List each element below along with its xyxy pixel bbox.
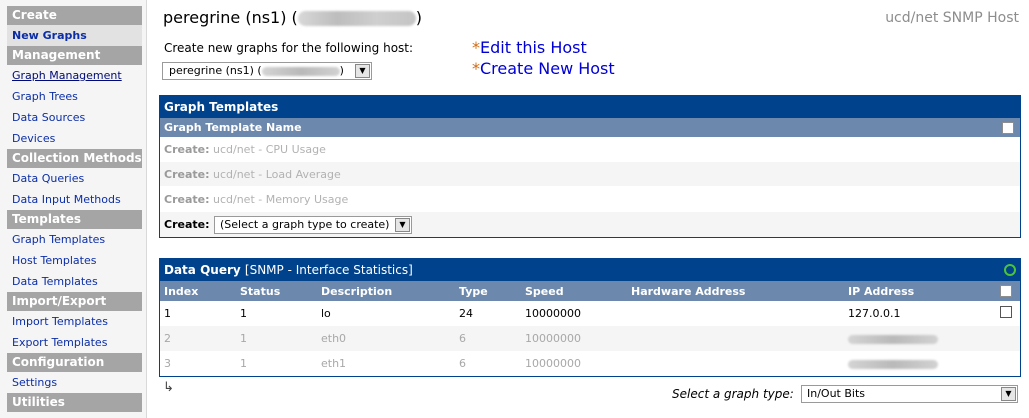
graph-templates-panel: Graph Templates Graph Template Name Crea… [159, 95, 1021, 238]
create-host-link[interactable]: *Create New Host [472, 59, 615, 78]
sidebar-item-data-queries[interactable]: Data Queries [7, 168, 142, 189]
sidebar-item-data-templates[interactable]: Data Templates [7, 271, 142, 292]
select-all-cell [994, 281, 1020, 301]
graph-type-select[interactable]: In/Out Bits ▼ [801, 385, 1018, 403]
star-icon: * [472, 59, 480, 78]
sidebar-heading: Create [7, 6, 142, 25]
column-header: Status [236, 281, 317, 301]
page-title: peregrine (ns1) () [163, 8, 422, 27]
sidebar-heading: Configuration [7, 353, 142, 372]
sidebar-item-import-templates[interactable]: Import Templates [7, 311, 142, 332]
sidebar-heading: Import/Export [7, 292, 142, 311]
host-name: peregrine (ns1) ( [163, 8, 298, 27]
sidebar-nav: Create New Graphs Management Graph Manageme… [0, 0, 147, 418]
sidebar-item-data-input-methods[interactable]: Data Input Methods [7, 189, 142, 210]
redacted-address [261, 66, 340, 76]
sidebar-item-new-graphs[interactable]: New Graphs [7, 25, 142, 46]
sidebar-item-graph-management[interactable]: Graph Management [7, 65, 142, 86]
data-query-title: Data Query [SNMP - Interface Statistics] [160, 259, 1020, 281]
graph-type-create-select[interactable]: (Select a graph type to create) ▼ [214, 216, 412, 234]
sidebar-item-graph-trees[interactable]: Graph Trees [7, 86, 142, 107]
sidebar-item-devices[interactable]: Devices [7, 128, 142, 149]
select-all-checkbox[interactable] [1002, 122, 1014, 134]
column-header: Hardware Address [627, 281, 844, 301]
table-header-row: Index Status Description Type Speed Hard… [160, 281, 1020, 301]
host-select[interactable]: peregrine (ns1) () ▼ [162, 62, 372, 80]
sidebar-heading: Collection Methods [7, 149, 142, 168]
graph-type-label: Select a graph type: [672, 387, 794, 401]
host-type-label: ucd/net SNMP Host [885, 10, 1019, 26]
column-header: Description [317, 281, 455, 301]
graph-template-row[interactable]: Create: ucd/net - Memory Usage [160, 187, 1020, 212]
edit-host-link[interactable]: *Edit this Host [472, 38, 587, 57]
sidebar-item-export-templates[interactable]: Export Templates [7, 332, 142, 353]
sidebar-heading: Management [7, 46, 142, 65]
return-arrow-icon: ↳ [163, 380, 174, 395]
table-row[interactable]: 1 1 lo 24 10000000 127.0.0.1 [160, 301, 1020, 326]
table-row[interactable]: 3 1 eth1 6 10000000 [160, 351, 1020, 376]
sidebar-heading: Utilities [7, 393, 142, 412]
row-checkbox-cell [994, 301, 1020, 326]
redacted-address [297, 11, 416, 26]
chevron-down-icon[interactable]: ▼ [355, 64, 370, 78]
ip-cell [844, 326, 994, 351]
sidebar-heading: Templates [7, 210, 142, 229]
column-header: Index [160, 281, 236, 301]
graph-template-name-header: Graph Template Name [160, 118, 1020, 137]
reload-status-icon[interactable] [1004, 264, 1016, 276]
star-icon: * [472, 38, 480, 57]
sidebar-item-settings[interactable]: Settings [7, 372, 142, 393]
column-header: Speed [521, 281, 627, 301]
graph-template-row[interactable]: Create: ucd/net - CPU Usage [160, 137, 1020, 162]
column-header: Type [455, 281, 521, 301]
table-row[interactable]: 2 1 eth0 6 10000000 [160, 326, 1020, 351]
column-header: IP Address [844, 281, 994, 301]
create-graphs-label: Create new graphs for the following host… [164, 41, 414, 55]
graph-templates-title: Graph Templates [160, 96, 1020, 118]
data-query-table: Index Status Description Type Speed Hard… [160, 281, 1020, 376]
ip-cell [844, 351, 994, 376]
chevron-down-icon[interactable]: ▼ [395, 218, 410, 232]
create-graph-row: Create: (Select a graph type to create) … [160, 212, 1020, 237]
graph-template-row[interactable]: Create: ucd/net - Load Average [160, 162, 1020, 187]
row-checkbox[interactable] [1000, 306, 1012, 318]
sidebar-item-host-templates[interactable]: Host Templates [7, 250, 142, 271]
data-query-panel: Data Query [SNMP - Interface Statistics]… [159, 258, 1021, 377]
redacted-ip [848, 334, 938, 344]
sidebar-item-graph-templates[interactable]: Graph Templates [7, 229, 142, 250]
data-query-name: [SNMP - Interface Statistics] [244, 263, 413, 277]
select-all-checkbox[interactable] [1000, 285, 1012, 297]
redacted-ip [848, 359, 938, 369]
host-name-close: ) [415, 8, 423, 27]
sidebar-item-data-sources[interactable]: Data Sources [7, 107, 142, 128]
chevron-down-icon[interactable]: ▼ [1001, 387, 1016, 401]
